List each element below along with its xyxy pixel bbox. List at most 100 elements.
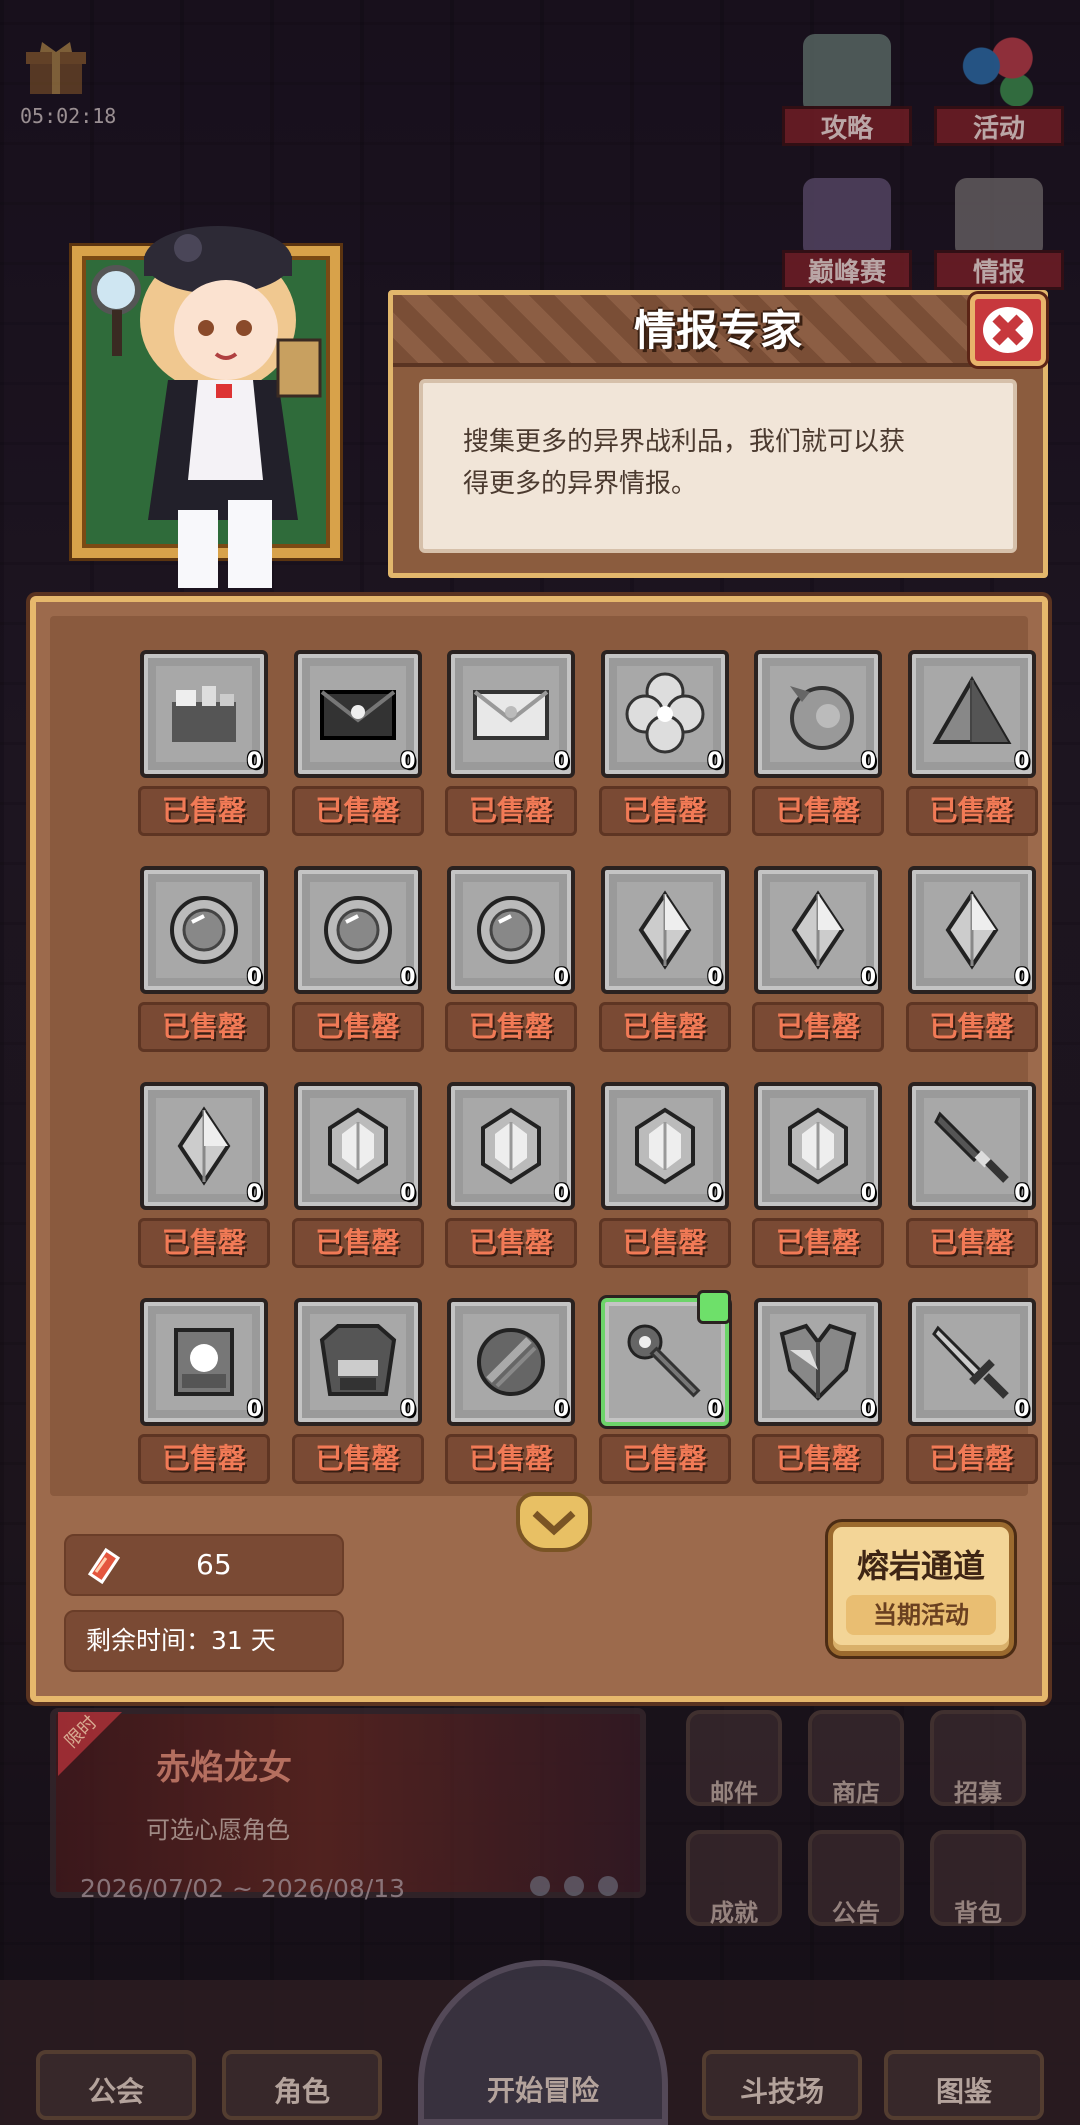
nav-arena[interactable]: 斗技场 <box>702 2050 862 2120</box>
recruit-button[interactable]: 招募 <box>930 1710 1026 1807</box>
item-slot[interactable]: 0 <box>140 650 268 778</box>
crate-icon <box>172 686 236 742</box>
inventory-cell[interactable]: 0 已售罄 <box>108 850 270 1066</box>
inventory-cell[interactable]: 0 已售罄 <box>569 634 731 850</box>
item-slot[interactable]: 0 <box>600 1290 731 1426</box>
item-slot[interactable]: 0 <box>140 1082 268 1210</box>
pager-dot[interactable] <box>564 1876 584 1896</box>
inventory-grid: 0 已售罄 0 已售罄 0 已售罄 0 已售罄 0 已售罄 0 已售罄 0 已售罄 0 已售罄 0 已售罄 0 已售罄… <box>108 634 1038 1498</box>
inventory-cell[interactable]: 0 已售罄 <box>415 850 577 1066</box>
item-slot[interactable]: 0 <box>140 866 268 994</box>
inventory-cell[interactable]: 0 已售罄 <box>262 1282 424 1498</box>
chat-bubble-icon <box>803 34 891 114</box>
inventory-cell[interactable]: 0 已售罄 <box>108 634 270 850</box>
gift-icon[interactable] <box>26 40 86 96</box>
inventory-cell[interactable]: 0 已售罄 <box>415 1282 577 1498</box>
pyramid-icon <box>932 676 1011 744</box>
sold-out-label: 已售罄 <box>905 786 1038 836</box>
event-banner[interactable] <box>50 1708 646 1898</box>
inventory-cell[interactable]: 0 已售罄 <box>722 850 884 1066</box>
item-slot[interactable]: 0 <box>293 1298 422 1426</box>
gem-icon <box>327 1107 388 1185</box>
inventory-cell[interactable]: 0 已售罄 <box>722 634 884 850</box>
item-slot[interactable]: 0 <box>907 650 1036 778</box>
sold-out-label: 已售罄 <box>598 786 731 836</box>
shop-button[interactable]: 商店 <box>808 1710 904 1807</box>
lava-channel-title: 熔岩通道 <box>856 1547 985 1585</box>
inventory-grid-area: 0 已售罄 0 已售罄 0 已售罄 0 已售罄 0 已售罄 0 已售罄 0 已售罄 0 已售罄 0 已售罄 0 已售罄… <box>50 616 1038 1498</box>
item-slot[interactable]: 0 <box>447 1082 575 1210</box>
item-count: 0 <box>553 965 569 990</box>
intel-inventory-panel: 0 已售罄 0 已售罄 0 已售罄 0 已售罄 0 已售罄 0 已售罄 0 已售罄 0 已售罄 0 已售罄 0 已售罄… <box>30 596 1048 1702</box>
inventory-cell[interactable]: 0 已售罄 <box>262 850 424 1066</box>
pager-dot[interactable] <box>530 1876 550 1896</box>
item-slot[interactable]: 0 <box>293 650 422 778</box>
resource-value: 65 <box>196 1548 232 1581</box>
banner-pager[interactable] <box>530 1876 632 1900</box>
item-slot[interactable]: 0 <box>754 1082 882 1210</box>
inventory-cell[interactable]: 0 已售罄 <box>262 634 424 850</box>
sold-out-label: 已售罄 <box>445 1002 577 1052</box>
item-slot[interactable]: 0 <box>447 866 575 994</box>
inventory-cell[interactable]: 0 已售罄 <box>876 850 1038 1066</box>
item-slot[interactable]: 0 <box>907 1298 1036 1426</box>
item-count: 0 <box>400 749 416 774</box>
inventory-cell[interactable]: 0 已售罄 <box>569 1066 731 1282</box>
achievement-button[interactable]: 成就 <box>686 1830 782 1927</box>
item-slot[interactable]: 0 <box>600 866 729 994</box>
backpack-button[interactable]: 背包 <box>930 1830 1026 1927</box>
intel-button[interactable]: 情报 <box>934 178 1064 290</box>
inventory-cell[interactable]: 0 已售罄 <box>415 634 577 850</box>
mail-button[interactable]: 邮件 <box>686 1710 782 1807</box>
inventory-cell[interactable]: 0 已售罄 <box>722 1282 884 1498</box>
dark-envelope-icon <box>319 690 396 740</box>
lens-icon <box>477 896 545 964</box>
close-icon <box>983 307 1033 353</box>
flower-icon <box>625 672 704 754</box>
lava-channel-button[interactable]: 熔岩通道 当期活动 <box>828 1522 1014 1656</box>
item-slot[interactable]: 0 <box>600 650 729 778</box>
item-slot[interactable]: 0 <box>293 866 422 994</box>
sold-out-label: 已售罄 <box>138 786 270 836</box>
item-slot[interactable]: 0 <box>754 1298 882 1426</box>
item-slot[interactable]: 0 <box>907 866 1036 994</box>
sold-out-label: 已售罄 <box>138 1218 270 1268</box>
inventory-cell[interactable]: 0 已售罄 <box>108 1066 270 1282</box>
sold-out-label: 已售罄 <box>445 1434 577 1484</box>
item-slot[interactable]: 0 <box>140 1298 268 1426</box>
peak-match-button[interactable]: 巅峰赛 <box>782 178 912 290</box>
guide-button[interactable]: 攻略 <box>782 34 912 146</box>
item-slot[interactable]: 0 <box>907 1082 1036 1210</box>
inventory-cell[interactable]: 0 已售罄 <box>876 1282 1038 1498</box>
item-slot[interactable]: 0 <box>447 1298 575 1426</box>
item-slot[interactable]: 0 <box>754 866 882 994</box>
inventory-cell[interactable]: 0 已售罄 <box>876 1066 1038 1282</box>
gem-icon <box>481 1107 541 1185</box>
expand-toggle-button[interactable] <box>516 1492 592 1552</box>
inventory-cell[interactable]: 0 已售罄 <box>569 1282 731 1498</box>
item-count: 0 <box>707 749 723 774</box>
inventory-cell[interactable]: 0 已售罄 <box>262 1066 424 1282</box>
pager-dot[interactable] <box>598 1876 618 1896</box>
announcement-button[interactable]: 公告 <box>808 1830 904 1927</box>
item-slot[interactable]: 0 <box>293 1082 422 1210</box>
inventory-cell[interactable]: 0 已售罄 <box>108 1282 270 1498</box>
inventory-cell[interactable]: 0 已售罄 <box>722 1066 884 1282</box>
item-count: 0 <box>553 1397 569 1422</box>
activity-button[interactable]: 活动 <box>934 34 1064 146</box>
sold-out-label: 已售罄 <box>138 1434 270 1484</box>
item-slot[interactable]: 0 <box>600 1082 729 1210</box>
close-button[interactable] <box>970 294 1046 366</box>
inventory-cell[interactable]: 0 已售罄 <box>415 1066 577 1282</box>
inventory-cell[interactable]: 0 已售罄 <box>876 634 1038 850</box>
item-count: 0 <box>860 1181 876 1206</box>
item-slot[interactable]: 0 <box>754 650 882 778</box>
nav-character[interactable]: 角色 <box>222 2050 382 2120</box>
dialog-body: 搜集更多的异界战利品，我们就可以获 得更多的异界情报。 <box>419 379 1017 553</box>
inventory-cell[interactable]: 0 已售罄 <box>569 850 731 1066</box>
item-slot[interactable]: 0 <box>447 650 575 778</box>
ball-icon <box>477 1328 545 1396</box>
event-banner-subtitle: 可选心愿角色 <box>146 1816 290 1844</box>
nav-guild[interactable]: 公会 <box>36 2050 196 2120</box>
nav-codex[interactable]: 图鉴 <box>884 2050 1044 2120</box>
